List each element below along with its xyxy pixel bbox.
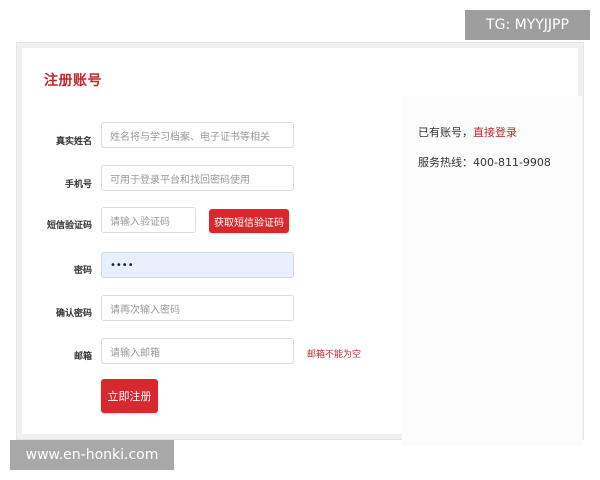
watermark-top: TG: MYYJJPP: [465, 10, 590, 40]
sms-code-input[interactable]: 请输入验证码: [101, 207, 196, 233]
side-panel: 已有账号，直接登录 服务热线：400-811-9908: [402, 96, 582, 446]
registration-card: 注册账号 已有账号，直接登录 服务热线：400-811-9908 真实姓名 姓名…: [16, 42, 584, 446]
registration-card-body: 注册账号 已有账号，直接登录 服务热线：400-811-9908 真实姓名 姓名…: [22, 48, 582, 446]
real-name-label: 真实姓名: [55, 137, 92, 147]
confirm-password-input[interactable]: 请再次输入密码: [101, 295, 294, 321]
page-title: 注册账号: [44, 73, 102, 89]
phone-input[interactable]: 可用于登录平台和找回密码使用: [101, 165, 294, 191]
get-sms-code-button[interactable]: 获取短信验证码: [209, 209, 289, 233]
password-input[interactable]: ••••: [101, 252, 294, 278]
confirm-password-label: 确认密码: [55, 309, 92, 319]
hotline: 服务热线：400-811-9908: [418, 154, 551, 170]
sms-code-label: 短信验证码: [46, 221, 92, 231]
hotline-label: 服务热线：: [418, 156, 473, 169]
password-label: 密码: [73, 266, 92, 276]
login-link[interactable]: 直接登录: [473, 126, 517, 139]
watermark-bottom: www.en-honki.com: [10, 440, 174, 470]
real-name-input[interactable]: 姓名将与学习档案、电子证书等相关: [101, 122, 294, 148]
hotline-number: 400-811-9908: [473, 156, 551, 169]
phone-label: 手机号: [64, 180, 92, 190]
email-input[interactable]: 请输入邮箱: [101, 338, 294, 364]
email-label: 邮箱: [73, 352, 92, 362]
email-error-hint: 邮箱不能为空: [307, 350, 362, 360]
has-account-text: 已有账号，: [418, 126, 473, 139]
login-prompt: 已有账号，直接登录: [418, 124, 517, 140]
register-submit-button[interactable]: 立即注册: [101, 379, 158, 413]
